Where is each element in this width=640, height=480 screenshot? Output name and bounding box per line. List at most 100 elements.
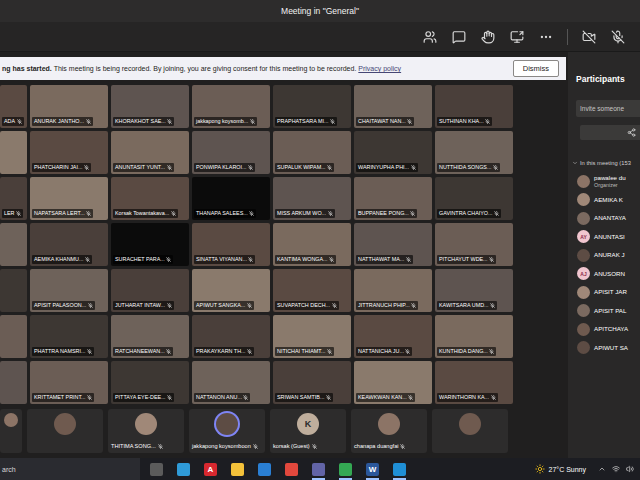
mic-button[interactable] [610,29,626,45]
share-tray-button[interactable] [509,29,525,45]
video-tile[interactable]: KRITTAMET PRINT... [30,361,108,404]
video-tile-partial[interactable]: ADA [0,85,27,128]
participant-text: APISIT PAL [594,307,626,315]
video-tile[interactable]: Korsak Towantakava... [111,177,189,220]
video-tile-partial[interactable] [0,361,27,404]
video-tile[interactable]: PRAKAYKARN TH... [192,315,270,358]
video-tile[interactable]: NAPATSARA LERT... [30,177,108,220]
video-tile[interactable]: NATTANICHA JU... [354,315,432,358]
hand-icon [481,30,495,44]
video-tile[interactable]: SURACHET PARA... [111,223,189,266]
video-tile[interactable]: SINATTA VIYANAN... [192,223,270,266]
video-tile[interactable]: KAWITSARA UMD... [435,269,513,312]
participant-row[interactable]: AJANUSORN [577,265,640,284]
volume-icon[interactable] [626,465,634,473]
video-tile[interactable]: SUVAPATCH DECH... [273,269,351,312]
overflow-tile[interactable] [0,409,22,453]
video-tile[interactable]: WARINYUPHA PHI... [354,131,432,174]
taskbar-apps: AW [150,458,406,480]
video-tile[interactable]: PITTAYA EYE-DEE... [111,361,189,404]
video-tile[interactable]: APIWUT SANGKA... [192,269,270,312]
video-tile[interactable]: KUNTHIDA DANG... [435,315,513,358]
video-tile-partial[interactable] [0,315,27,358]
video-tile[interactable]: PHATCHARIN JAI... [30,131,108,174]
taskbar-app[interactable] [339,458,352,480]
chat-button[interactable] [451,29,467,45]
video-tile[interactable]: PHATTRA NAMSRI... [30,315,108,358]
video-tile[interactable]: SUTHINAN KHA... [435,85,513,128]
participant-row[interactable]: AEMIKA K [577,191,640,210]
taskbar-search[interactable]: arch [0,458,140,480]
video-tile[interactable]: jakkapong koysomb... [192,85,270,128]
participant-row[interactable]: pawalee duOrganizer [577,172,640,191]
video-tile[interactable]: SRIWAN SAMTIB... [273,361,351,404]
participant-name-label: CHAITAWAT NAN... [356,117,414,126]
participant-row[interactable]: ANANTAYA [577,209,640,228]
video-tile[interactable]: MISS ARKUM WO... [273,177,351,220]
video-tile[interactable]: KHORAKHOT SAE... [111,85,189,128]
video-tile[interactable]: KEAWKWAN KAN... [354,361,432,404]
video-tile[interactable]: SUPALUK WIPAM... [273,131,351,174]
video-tile[interactable]: JITTRANUCH PHIP... [354,269,432,312]
in-meeting-section[interactable]: In this meeting (153 [572,160,640,166]
video-tile[interactable]: GAVINTRA CHAIYO... [435,177,513,220]
mic-off-icon [408,395,413,400]
taskbar-app[interactable] [312,458,325,480]
weather-widget[interactable]: 27°C Sunny [535,464,586,474]
mic-off-icon [491,395,496,400]
participant-row[interactable]: APISIT PAL [577,302,640,321]
video-tile[interactable]: RATCHANEEWAN... [111,315,189,358]
taskbar-app[interactable] [258,458,271,480]
video-tile[interactable]: WARINTHORN KA... [435,361,513,404]
video-tile[interactable]: NUTTHIDA SONGS... [435,131,513,174]
video-tile-partial[interactable] [0,131,27,174]
video-tile[interactable]: AEMIKA KHANMU... [30,223,108,266]
video-tile[interactable]: PITCHAYUT WDE... [435,223,513,266]
invite-input[interactable] [576,100,640,117]
video-tile-partial[interactable] [0,269,27,312]
taskbar-app[interactable]: A [204,458,217,480]
taskbar-app[interactable] [393,458,406,480]
overflow-tile[interactable] [27,409,103,453]
participant-row[interactable]: APIWUT SA [577,339,640,358]
video-tile[interactable]: PRAPHATSARA MI... [273,85,351,128]
participant-row[interactable]: AYANUNTASI [577,228,640,247]
overflow-tile[interactable]: Kkorsak (Guest) [270,409,346,453]
raise-hand-button[interactable] [480,29,496,45]
video-tile[interactable]: APISIT PALASOON... [30,269,108,312]
camera-button[interactable] [581,29,597,45]
video-tile[interactable]: ANUNTASIT YUNT... [111,131,189,174]
overflow-tile[interactable]: THITIMA SONG... [108,409,184,453]
video-tile[interactable]: CHAITAWAT NAN... [354,85,432,128]
more-button[interactable] [538,29,554,45]
video-tile[interactable]: ANURAK JANTHO... [30,85,108,128]
taskbar-app[interactable] [231,458,244,480]
participant-row[interactable]: ANURAK J [577,246,640,265]
taskbar-app[interactable] [150,458,163,480]
participant-row[interactable]: APITCHAYA [577,320,640,339]
video-tile-partial[interactable] [0,223,27,266]
taskbar-app[interactable]: W [366,458,379,480]
video-tile[interactable]: NATTANON ANU... [192,361,270,404]
video-tile-partial[interactable]: LER [0,177,27,220]
video-tile[interactable]: NATTHAWAT MA... [354,223,432,266]
share-invite-button[interactable] [580,125,640,140]
mic-off-icon [167,119,172,124]
privacy-policy-link[interactable]: Privacy policy [358,65,401,72]
tray-chevron-icon[interactable] [598,465,606,473]
dismiss-button[interactable]: Dismiss [513,60,559,77]
wifi-icon[interactable] [612,465,620,473]
taskbar-app[interactable] [285,458,298,480]
video-tile[interactable]: JUTHARAT INTAW... [111,269,189,312]
overflow-tile[interactable]: jakkapong koysomboon [189,409,265,453]
overflow-tile[interactable]: chanapa duangfai [351,409,427,453]
taskbar-app[interactable] [177,458,190,480]
overflow-tile[interactable] [432,409,508,453]
video-tile[interactable]: NITICHAI THIAMT... [273,315,351,358]
video-tile[interactable]: PONWIPA KLAROI... [192,131,270,174]
video-tile[interactable]: THANAPA SALEES... [192,177,270,220]
video-tile[interactable]: KANTIMA WONGA... [273,223,351,266]
video-tile[interactable]: BUPPANEE PONG... [354,177,432,220]
participants-button[interactable] [422,29,438,45]
participant-row[interactable]: APISIT JAR [577,283,640,302]
